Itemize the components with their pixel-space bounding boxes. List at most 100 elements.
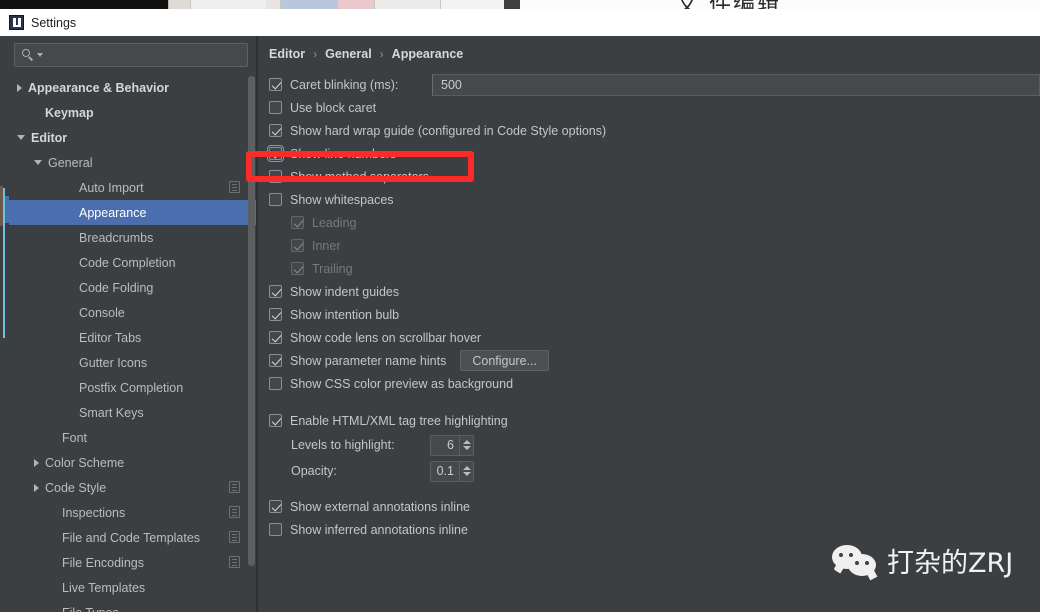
checkbox-show-indent-guides[interactable] <box>269 285 282 298</box>
spinner-value-levels-to-highlight[interactable]: 6 <box>431 436 459 455</box>
spinner-levels-to-highlight[interactable]: 6 <box>430 434 474 456</box>
checkbox-show-line-numbers[interactable] <box>267 145 284 162</box>
sidebar-item-label: Appearance & Behavior <box>28 80 170 95</box>
spinner-opacity[interactable]: 0.1 <box>430 460 474 482</box>
sidebar-item-smart-keys[interactable]: Smart Keys <box>9 400 256 425</box>
sidebar-item-gutter-icons[interactable]: Gutter Icons <box>9 350 256 375</box>
chevron-right-icon[interactable] <box>17 83 22 92</box>
sidebar-item-code-folding[interactable]: Code Folding <box>9 275 256 300</box>
sidebar-item-console[interactable]: Console <box>9 300 256 325</box>
sidebar-item-appearance[interactable]: Appearance <box>9 200 256 225</box>
sidebar-item-label: Postfix Completion <box>79 380 184 395</box>
sidebar-item-label: Inspections <box>62 505 126 520</box>
search-box[interactable] <box>14 43 248 67</box>
sidebar-scrollbar[interactable] <box>247 76 256 596</box>
sidebar-item-editor[interactable]: Editor <box>9 125 256 150</box>
label-inner: Inner <box>312 238 341 253</box>
sidebar-item-font[interactable]: Font <box>9 425 256 450</box>
sidebar-item-label: Live Templates <box>62 580 146 595</box>
option-row-show-line-numbers: Show line numbers <box>267 142 1040 165</box>
sidebar-item-label: Editor <box>31 130 68 145</box>
sidebar-item-code-completion[interactable]: Code Completion <box>9 250 256 275</box>
checkbox-show-method-separators[interactable] <box>269 170 282 183</box>
checkbox-caret-blinking[interactable] <box>269 78 282 91</box>
sidebar-item-label: Console <box>79 305 125 320</box>
chevron-down-icon[interactable] <box>17 135 25 140</box>
spinner-increment-icon[interactable] <box>462 440 471 444</box>
sidebar-item-label: File Types <box>62 606 119 612</box>
spinner-value-opacity[interactable]: 0.1 <box>431 462 459 481</box>
watermark: 打杂的ZRJ <box>832 541 1013 580</box>
configure-button[interactable]: Configure... <box>460 350 549 371</box>
bg-segment <box>338 0 374 9</box>
label-show-inferred-annotations-inline: Show inferred annotations inline <box>290 522 468 537</box>
spinner-increment-icon[interactable] <box>462 466 471 470</box>
checkbox-enable-tag-tree-highlighting[interactable] <box>269 414 282 427</box>
checkbox-show-hard-wrap-guide-configured-in-code-style-options[interactable] <box>269 124 282 137</box>
spinner-decrement-icon[interactable] <box>462 472 471 476</box>
sidebar-item-postfix-completion[interactable]: Postfix Completion <box>9 375 256 400</box>
option-row-trailing: Trailing <box>269 257 1040 280</box>
option-row-inner: Inner <box>269 234 1040 257</box>
checkbox-show-external-annotations-inline[interactable] <box>269 500 282 513</box>
checkbox-show-parameter-name-hints[interactable] <box>269 354 282 367</box>
sidebar-item-breadcrumbs[interactable]: Breadcrumbs <box>9 225 256 250</box>
sidebar-item-file-types[interactable]: File Types <box>9 600 256 612</box>
checkbox-show-intention-bulb[interactable] <box>269 308 282 321</box>
dialog-title-bar: Settings <box>0 9 1040 36</box>
checkbox-show-code-lens-on-scrollbar-hover[interactable] <box>269 331 282 344</box>
sidebar-item-label: General <box>48 155 93 170</box>
option-row-caret-blinking: Caret blinking (ms): 500 <box>269 73 1040 96</box>
bg-segment <box>266 0 280 9</box>
search-container <box>9 36 256 67</box>
option-row-show-indent-guides: Show indent guides <box>269 280 1040 303</box>
sidebar-item-keymap[interactable]: Keymap <box>9 100 256 125</box>
chevron-right-icon[interactable] <box>34 458 39 467</box>
sidebar-item-code-style[interactable]: Code Style <box>9 475 256 500</box>
sidebar-item-inspections[interactable]: Inspections <box>9 500 256 525</box>
sidebar-item-label: Editor Tabs <box>79 330 142 345</box>
search-input[interactable] <box>43 48 247 62</box>
project-settings-icon <box>229 556 240 568</box>
checkbox-show-whitespaces[interactable] <box>269 193 282 206</box>
chevron-right-icon[interactable] <box>34 483 39 492</box>
checkbox-use-block-caret[interactable] <box>269 101 282 114</box>
breadcrumb-separator: › <box>313 47 318 61</box>
checkbox-show-inferred-annotations-inline[interactable] <box>269 523 282 536</box>
bg-segment-dark <box>0 0 168 9</box>
project-settings-icon <box>229 531 240 543</box>
label-show-external-annotations-inline: Show external annotations inline <box>290 499 470 514</box>
project-settings-icon <box>229 181 240 193</box>
bg-segment <box>190 0 266 9</box>
sidebar-item-color-scheme[interactable]: Color Scheme <box>9 450 256 475</box>
sidebar-item-general[interactable]: General <box>9 150 256 175</box>
spinner-decrement-icon[interactable] <box>462 446 471 450</box>
sidebar-item-editor-tabs[interactable]: Editor Tabs <box>9 325 256 350</box>
bg-segment <box>280 0 338 9</box>
sidebar-scrollbar-thumb[interactable] <box>248 76 255 566</box>
settings-tree: Appearance & Behavior Keymap Editor General… <box>9 75 256 612</box>
option-row-show-css-color-preview: Show CSS color preview as background <box>269 372 1040 395</box>
checkbox-leading <box>291 216 304 229</box>
sidebar-item-file-and-code-templates[interactable]: File and Code Templates <box>9 525 256 550</box>
caret-blinking-input[interactable]: 500 <box>432 74 1040 96</box>
bg-segment <box>440 0 504 9</box>
sidebar-item-appearance-behavior[interactable]: Appearance & Behavior <box>9 75 256 100</box>
label-trailing: Trailing <box>312 261 353 276</box>
chevron-down-icon[interactable] <box>34 160 42 165</box>
checkbox-show-css-color-preview[interactable] <box>269 377 282 390</box>
sidebar-item-file-encodings[interactable]: File Encodings <box>9 550 256 575</box>
search-icon[interactable] <box>22 48 35 62</box>
watermark-text: 打杂的ZRJ <box>887 548 1014 579</box>
sidebar-item-auto-import[interactable]: Auto Import <box>9 175 256 200</box>
option-row-show-parameter-name-hints: Show parameter name hints Configure... <box>269 349 1040 372</box>
sidebar-item-live-templates[interactable]: Live Templates <box>9 575 256 600</box>
